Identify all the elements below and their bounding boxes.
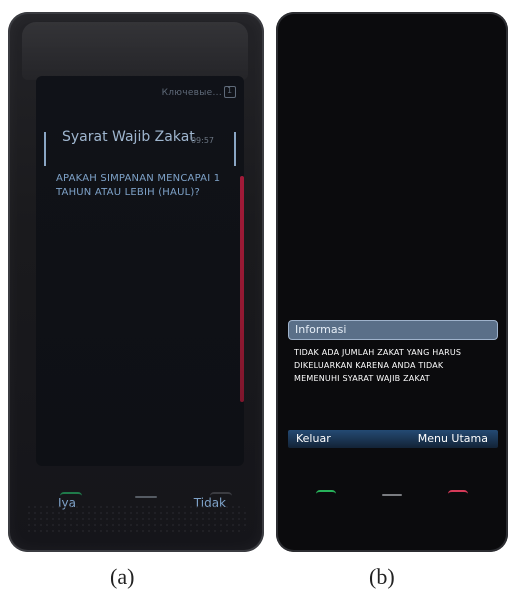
call-icon[interactable] bbox=[60, 492, 82, 500]
scrollbar[interactable] bbox=[240, 176, 244, 402]
speaker-grill bbox=[26, 504, 246, 534]
phone-b: Informasi TIDAK ADA JUMLAH ZAKAT YANG HA… bbox=[276, 12, 508, 552]
screen-a: Ключевые... 1 Syarat Wajib Zakat 09:57 A… bbox=[36, 76, 244, 510]
status-badge-icon: 1 bbox=[224, 86, 236, 98]
menu-icon[interactable] bbox=[135, 496, 157, 498]
caption-a: (a) bbox=[110, 564, 135, 589]
question-text: APAKAH SIMPANAN MENCAPAI 1 TAHUN ATAU LE… bbox=[56, 173, 221, 198]
status-text: Ключевые... bbox=[161, 88, 222, 98]
page-title: Syarat Wajib Zakat bbox=[62, 129, 195, 145]
battery-icon bbox=[229, 132, 236, 166]
signal-icon bbox=[44, 132, 51, 166]
dialog-message: TIDAK ADA JUMLAH ZAKAT YANG HARUS DIKELU… bbox=[294, 348, 462, 383]
menu-icon[interactable] bbox=[382, 494, 402, 496]
screen-b: Informasi TIDAK ADA JUMLAH ZAKAT YANG HA… bbox=[288, 320, 498, 450]
end-call-icon[interactable] bbox=[448, 490, 468, 498]
caption-b: (b) bbox=[369, 564, 395, 589]
softkey-menu-utama[interactable]: Menu Utama bbox=[418, 432, 488, 445]
softkey-keluar[interactable]: Keluar bbox=[296, 432, 331, 445]
dialog-title: Informasi bbox=[288, 320, 498, 340]
time: 09:57 bbox=[190, 136, 214, 145]
phone-a: Ключевые... 1 Syarat Wajib Zakat 09:57 A… bbox=[8, 12, 264, 552]
status-badge-text: 1 bbox=[227, 86, 233, 95]
call-icon[interactable] bbox=[316, 490, 336, 498]
end-call-icon[interactable] bbox=[210, 492, 232, 500]
